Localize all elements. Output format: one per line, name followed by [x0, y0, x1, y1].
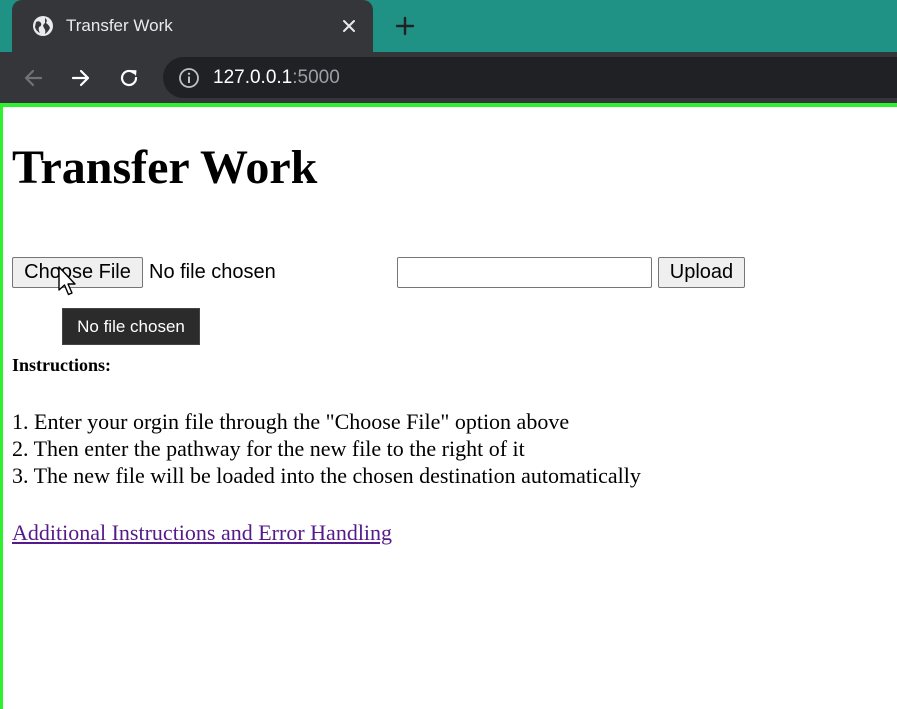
instruction-line: 1. Enter your orgin file through the "Ch…	[12, 409, 570, 434]
instructions-list: 1. Enter your orgin file through the "Ch…	[12, 408, 641, 489]
file-status-text: No file chosen	[149, 261, 276, 283]
mouse-cursor-icon	[57, 266, 77, 298]
plus-icon[interactable]	[392, 13, 418, 39]
upload-button[interactable]: Upload	[658, 257, 745, 288]
url-port: :5000	[292, 67, 340, 88]
tooltip: No file chosen	[62, 308, 200, 345]
tab-strip: Transfer Work	[0, 0, 897, 52]
destination-path-input[interactable]	[397, 257, 652, 288]
instruction-line: 3. The new file will be loaded into the …	[12, 463, 641, 488]
close-icon[interactable]	[338, 15, 360, 37]
instructions-heading: Instructions:	[12, 355, 112, 375]
url-text: 127.0.0.1:5000	[213, 67, 340, 89]
choose-file-button[interactable]: Choose File	[12, 257, 143, 288]
arrow-left-icon[interactable]	[19, 64, 47, 92]
url-host: 127.0.0.1	[213, 67, 293, 88]
tab-transfer-work[interactable]: Transfer Work	[12, 0, 373, 52]
reload-icon[interactable]	[115, 64, 143, 92]
globe-icon	[32, 15, 54, 37]
tab-title: Transfer Work	[66, 16, 173, 35]
instruction-line: 2. Then enter the pathway for the new fi…	[12, 436, 525, 461]
additional-instructions-link[interactable]: Additional Instructions and Error Handli…	[12, 519, 392, 546]
address-bar[interactable]: 127.0.0.1:5000	[163, 57, 897, 98]
page-title: Transfer Work	[12, 141, 318, 194]
browser-toolbar: 127.0.0.1:5000	[0, 52, 897, 103]
arrow-right-icon[interactable]	[67, 64, 95, 92]
info-icon[interactable]	[178, 67, 200, 89]
